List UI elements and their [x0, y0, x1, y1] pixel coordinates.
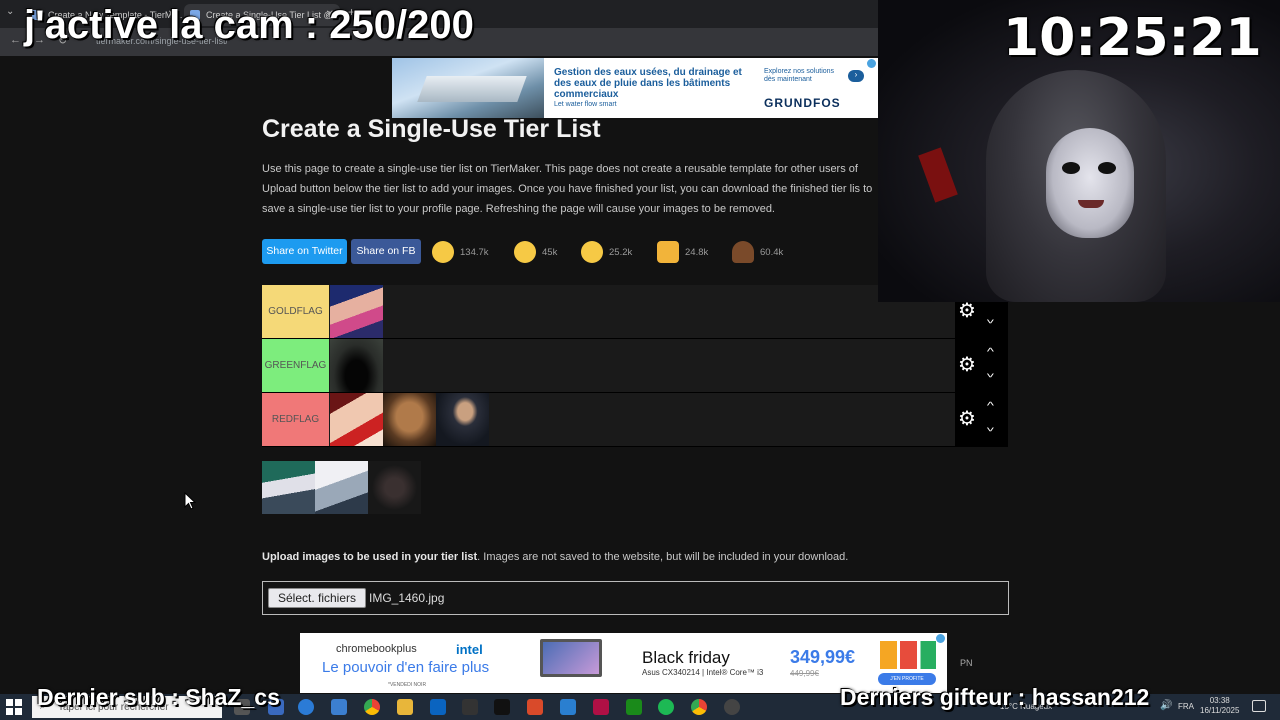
tier-image[interactable]: [330, 285, 383, 338]
chrome-active-icon[interactable]: [691, 699, 707, 715]
page-description: Use this page to create a single-use tie…: [262, 163, 873, 215]
tier-image[interactable]: [330, 393, 383, 446]
pool-image[interactable]: [315, 461, 368, 514]
file-explorer-icon[interactable]: [397, 699, 413, 715]
ad-brand-intel: intel: [456, 642, 483, 657]
mask-face: [1046, 128, 1134, 238]
system-clock[interactable]: 03:38 16/11/2025: [1200, 696, 1239, 716]
notifications-icon[interactable]: [1252, 700, 1266, 712]
obs-icon[interactable]: [462, 699, 478, 715]
building-image: [392, 58, 544, 118]
selected-file-name: IMG_1460.jpg: [369, 591, 445, 605]
ad-headline: Gestion des eaux usées, du drainage et d…: [554, 67, 742, 100]
cam-goal-overlay: j'active la cam : 250/200: [24, 3, 474, 47]
tier-controls: ⚙ ^ ^: [955, 339, 1008, 392]
outlook-icon[interactable]: [430, 699, 446, 715]
ad-slogan: Le pouvoir d'en faire plus: [322, 659, 490, 676]
tier-label[interactable]: REDFLAG: [262, 393, 329, 446]
tiktok-icon[interactable]: [494, 699, 510, 715]
select-files-button[interactable]: Sélect. fichiers: [268, 588, 366, 608]
ad-model: Asus CX340214 | Intel® Core™ i3: [642, 668, 764, 677]
pool-image[interactable]: [262, 461, 315, 514]
poop-emoji-icon: [732, 241, 754, 263]
system-time: 03:38: [1209, 696, 1230, 705]
volume-icon[interactable]: 🔊: [1160, 700, 1172, 711]
xbox-icon[interactable]: [626, 699, 642, 715]
adchoices-icon[interactable]: [936, 634, 945, 643]
chevron-down-icon[interactable]: ^: [987, 367, 994, 378]
tier-label[interactable]: GOLDFLAG: [262, 285, 329, 338]
last-gifter-overlay: Derniers gifteur : hassan212: [840, 684, 1150, 710]
app-icon[interactable]: [527, 699, 543, 715]
gear-icon[interactable]: ⚙: [958, 355, 976, 375]
back-icon[interactable]: ←: [10, 34, 21, 46]
ad-price: 349,99€: [790, 647, 856, 667]
edge-icon[interactable]: [298, 699, 314, 715]
tier-image[interactable]: [383, 393, 436, 446]
page-title: Create a Single-Use Tier List: [262, 115, 601, 143]
tier-row-greenflag[interactable]: GREENFLAG ⚙ ^ ^: [262, 339, 1008, 393]
vscode-icon[interactable]: [560, 699, 576, 715]
tier-row-redflag[interactable]: REDFLAG ⚙ ^ ^: [262, 393, 1008, 447]
tier-controls: ⚙ ^ ^: [955, 393, 1008, 446]
ad-tagline: Let water flow smart: [554, 101, 617, 108]
language-indicator[interactable]: FRA: [1178, 702, 1194, 711]
clock-overlay: 10:25:21: [1003, 8, 1262, 68]
gear-icon[interactable]: ⚙: [958, 301, 976, 321]
upload-instructions-rest: . Images are not saved to the website, b…: [477, 551, 849, 563]
red-object: [918, 147, 958, 203]
chevron-up-icon[interactable]: ^: [987, 401, 994, 412]
laptop-image: [540, 639, 602, 677]
ad-arrow-icon[interactable]: ›: [848, 70, 864, 82]
grimace-emoji-icon: [432, 241, 454, 263]
adchoices-icon[interactable]: [867, 59, 876, 68]
heart-eyes-emoji-icon: [514, 241, 536, 263]
chevron-up-icon[interactable]: ^: [987, 347, 994, 358]
mouse-cursor-icon: [184, 492, 196, 510]
pool-image[interactable]: [368, 461, 421, 514]
ad-brand-chromebook: chromebookplus: [336, 643, 417, 655]
tab-menu-icon[interactable]: ⌄: [6, 6, 14, 17]
tier-image[interactable]: [436, 393, 489, 446]
system-date: 16/11/2025: [1200, 706, 1240, 715]
chevron-down-icon[interactable]: ^: [987, 313, 994, 324]
retailer-logo: [880, 641, 936, 669]
upload-instructions: Upload images to be used in your tier li…: [262, 551, 848, 563]
laughing-emoji-icon: [581, 241, 603, 263]
tier-image[interactable]: [330, 339, 383, 392]
ad-banner-top[interactable]: Gestion des eaux usées, du drainage et d…: [392, 58, 878, 118]
ad-side-text: Explorez nos solutions dès maintenant: [764, 68, 835, 83]
chrome-icon[interactable]: [364, 699, 380, 715]
app-icon[interactable]: [724, 699, 740, 715]
pn-label: PN: [960, 658, 973, 668]
share-twitter-button[interactable]: Share on Twitter: [262, 239, 347, 264]
upload-instructions-bold: Upload images to be used in your tier li…: [262, 551, 478, 563]
ad-brand: GRUNDFOS: [764, 96, 841, 110]
tier-list: GOLDFLAG ⚙ ^ ^ GREENFLAG ⚙ ^ ^ REDFLAG ⚙…: [262, 285, 1008, 447]
store-icon[interactable]: [331, 699, 347, 715]
share-fb-button[interactable]: Share on FB: [351, 239, 421, 264]
unranked-image-pool: [262, 461, 422, 515]
spotify-icon[interactable]: [658, 699, 674, 715]
mask-eye: [1062, 162, 1080, 174]
raised-hands-emoji-icon: [657, 241, 679, 263]
tier-label[interactable]: GREENFLAG: [262, 339, 329, 392]
gear-icon[interactable]: ⚙: [958, 409, 976, 429]
ad-old-price: 449,99€: [790, 669, 819, 678]
windows-start-icon[interactable]: [6, 699, 22, 715]
ad-promo: Black friday: [642, 648, 730, 667]
last-sub-overlay: Dernier sub : ShaZ_cs: [37, 684, 280, 710]
premiere-icon[interactable]: [593, 699, 609, 715]
ad-fine-print: *VENDEDI NOIR: [388, 682, 427, 688]
mask-eye: [1098, 162, 1116, 174]
mask-mouth: [1078, 200, 1104, 208]
chevron-down-icon[interactable]: ^: [987, 421, 994, 432]
